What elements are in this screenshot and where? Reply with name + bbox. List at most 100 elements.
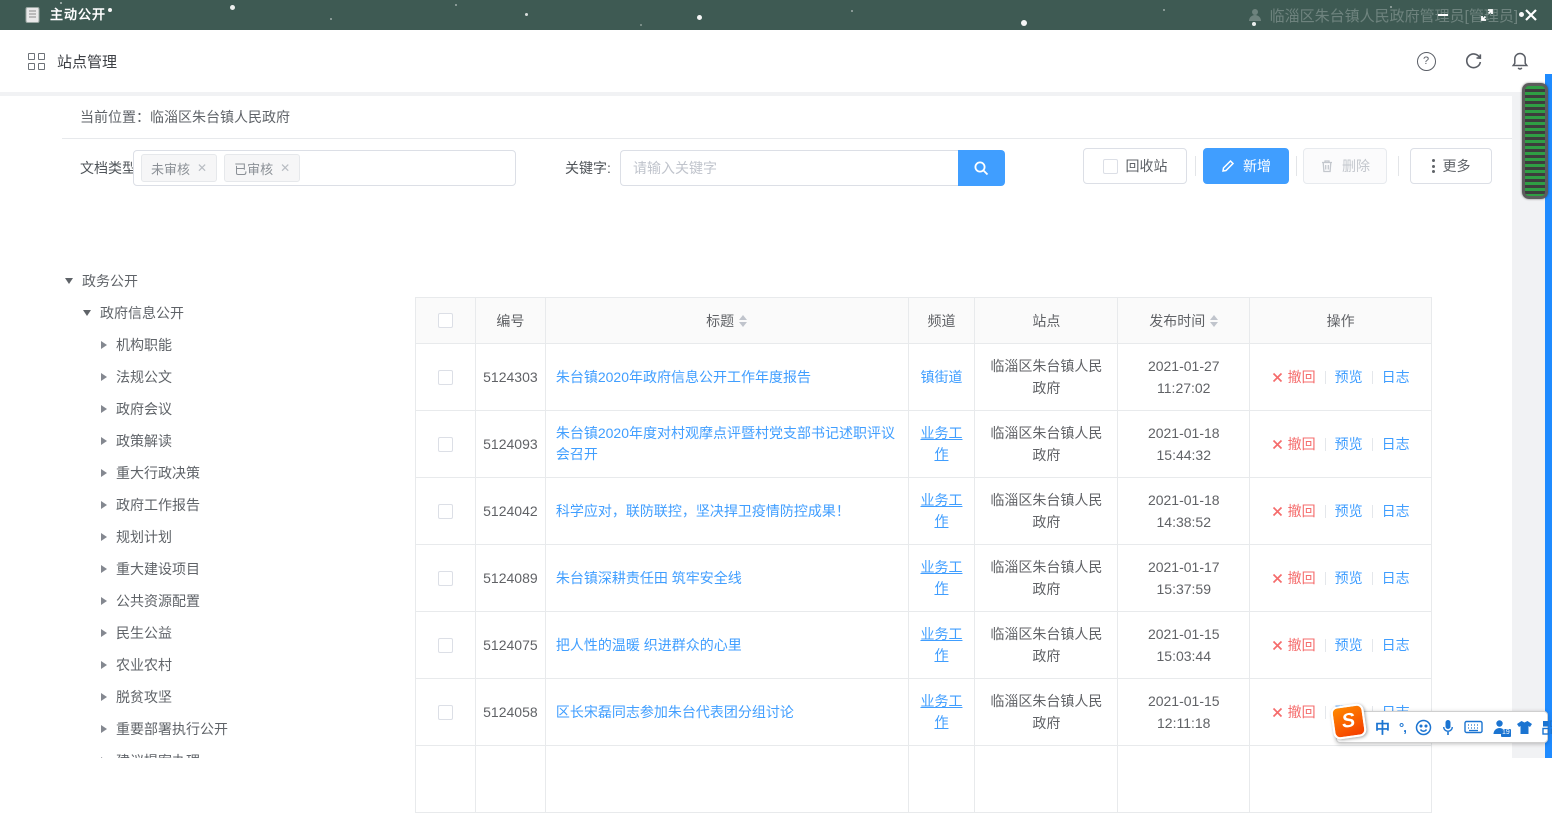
log-button[interactable]: 日志 — [1382, 568, 1410, 589]
recall-button[interactable]: 撤回 — [1272, 702, 1316, 722]
recall-button[interactable]: 撤回 — [1272, 635, 1316, 655]
tree-item[interactable]: 公共资源配置 — [47, 585, 407, 617]
ime-account-icon[interactable]: 19 — [1492, 719, 1507, 735]
row-checkbox[interactable] — [438, 370, 453, 385]
caret-right-icon[interactable] — [101, 661, 107, 669]
row-title-link[interactable]: 朱台镇2020年政府信息公开工作年度报告 — [556, 367, 811, 388]
row-channel-link[interactable]: 业务工作 — [917, 423, 967, 465]
search-button[interactable] — [958, 150, 1005, 186]
recall-button[interactable]: 撤回 — [1272, 367, 1316, 387]
row-channel-link[interactable]: 业务工作 — [917, 490, 967, 532]
caret-right-icon[interactable] — [101, 341, 107, 349]
edit-pencil-icon — [1221, 159, 1235, 173]
row-checkbox[interactable] — [438, 504, 453, 519]
sogou-ime-logo[interactable]: S — [1330, 703, 1367, 740]
ime-toolbox-icon[interactable] — [1542, 720, 1552, 735]
tag-close-icon[interactable]: ✕ — [197, 161, 207, 175]
tree-item[interactable]: 农业农村 — [47, 649, 407, 681]
row-channel-link[interactable]: 业务工作 — [917, 557, 967, 599]
tree-item[interactable]: 政策解读 — [47, 425, 407, 457]
doc-type-select[interactable]: 未审核 ✕ 已审核 ✕ — [133, 150, 516, 186]
ime-emoji-icon[interactable] — [1415, 719, 1432, 736]
row-title-link[interactable]: 科学应对，联防联控，坚决捍卫疫情防控成果！ — [556, 501, 850, 522]
caret-right-icon[interactable] — [101, 725, 107, 733]
tree-item[interactable]: 民生公益 — [47, 617, 407, 649]
recycle-bin-button[interactable]: 回收站 — [1083, 148, 1187, 184]
ime-language-mode[interactable]: 中 — [1375, 717, 1390, 738]
preview-button[interactable]: 预览 — [1335, 501, 1363, 522]
tag-close-icon[interactable]: ✕ — [280, 161, 290, 175]
row-checkbox[interactable] — [438, 571, 453, 586]
tree-item[interactable]: 政府工作报告 — [47, 489, 407, 521]
recall-button[interactable]: 撤回 — [1272, 568, 1316, 588]
tree-item[interactable]: 重要部署执行公开 — [47, 713, 407, 745]
help-icon[interactable]: ? — [1416, 51, 1436, 71]
caret-right-icon[interactable] — [101, 565, 107, 573]
col-header-title[interactable]: 标题 — [546, 298, 909, 344]
col-header-publish-time[interactable]: 发布时间 — [1118, 298, 1250, 344]
maximize-button[interactable] — [1480, 8, 1494, 22]
recall-button[interactable]: 撤回 — [1272, 501, 1316, 521]
tree-item[interactable]: 政府会议 — [47, 393, 407, 425]
caret-down-icon[interactable] — [83, 310, 91, 316]
delete-button[interactable]: 删除 — [1303, 148, 1387, 184]
row-title-link[interactable]: 把人性的温暖 织进群众的心里 — [556, 635, 742, 656]
sort-icon[interactable] — [1210, 315, 1218, 327]
recall-button[interactable]: 撤回 — [1272, 434, 1316, 454]
notification-bell-icon[interactable] — [1510, 51, 1530, 71]
row-title-link[interactable]: 区长宋磊同志参加朱台代表团分组讨论 — [556, 702, 794, 723]
close-button[interactable] — [1524, 8, 1538, 22]
tree-item[interactable]: 机构职能 — [47, 329, 407, 361]
row-title-cell: 区长宋磊同志参加朱台代表团分组讨论 — [546, 679, 909, 746]
tree-item[interactable]: 重大行政决策 — [47, 457, 407, 489]
caret-right-icon[interactable] — [101, 469, 107, 477]
preview-button[interactable]: 预览 — [1335, 434, 1363, 455]
select-all-checkbox[interactable] — [438, 313, 453, 328]
caret-right-icon[interactable] — [101, 501, 107, 509]
scrollbar-thumb[interactable] — [1522, 83, 1548, 199]
refresh-icon[interactable] — [1463, 51, 1483, 71]
ime-skin-icon[interactable] — [1516, 720, 1533, 735]
row-channel-link[interactable]: 业务工作 — [917, 691, 967, 733]
log-button[interactable]: 日志 — [1382, 501, 1410, 522]
tree-item[interactable]: 建议提案办理 — [47, 745, 407, 758]
preview-button[interactable]: 预览 — [1335, 367, 1363, 388]
log-button[interactable]: 日志 — [1382, 367, 1410, 388]
sort-icon[interactable] — [739, 315, 747, 327]
add-button[interactable]: 新增 — [1203, 148, 1289, 184]
keyword-input[interactable] — [620, 150, 958, 186]
caret-right-icon[interactable] — [101, 373, 107, 381]
caret-right-icon[interactable] — [101, 629, 107, 637]
caret-right-icon[interactable] — [101, 693, 107, 701]
log-button[interactable]: 日志 — [1382, 635, 1410, 656]
tree-item[interactable]: 规划计划 — [47, 521, 407, 553]
row-channel-link[interactable]: 业务工作 — [917, 624, 967, 666]
log-button[interactable]: 日志 — [1382, 434, 1410, 455]
row-channel-link[interactable]: 镇街道 — [920, 367, 962, 388]
row-title-link[interactable]: 朱台镇2020年度对村观摩点评暨村党支部书记述职评议会召开 — [556, 423, 898, 465]
caret-down-icon[interactable] — [65, 278, 73, 284]
preview-button[interactable]: 预览 — [1335, 635, 1363, 656]
ime-voice-icon[interactable] — [1441, 719, 1455, 736]
caret-right-icon[interactable] — [101, 533, 107, 541]
ime-keyboard-icon[interactable] — [1464, 720, 1483, 734]
preview-button[interactable]: 预览 — [1335, 568, 1363, 589]
tree-item[interactable]: 重大建设项目 — [47, 553, 407, 585]
recycle-bin-checkbox[interactable] — [1103, 159, 1118, 174]
tree-item[interactable]: 政府信息公开 — [47, 297, 407, 329]
apps-grid-icon[interactable] — [28, 53, 45, 70]
more-button[interactable]: 更多 — [1410, 148, 1492, 184]
row-checkbox-cell — [416, 478, 476, 545]
caret-right-icon[interactable] — [101, 437, 107, 445]
row-checkbox[interactable] — [438, 705, 453, 720]
tree-item[interactable]: 脱贫攻坚 — [47, 681, 407, 713]
row-checkbox[interactable] — [438, 437, 453, 452]
tree-item[interactable]: 政务公开 — [47, 265, 407, 297]
row-title-link[interactable]: 朱台镇深耕责任田 筑牢安全线 — [556, 568, 742, 589]
minimize-button[interactable] — [1436, 8, 1450, 22]
caret-right-icon[interactable] — [101, 405, 107, 413]
caret-right-icon[interactable] — [101, 597, 107, 605]
ime-punctuation-icon[interactable]: °, — [1399, 720, 1406, 735]
row-checkbox[interactable] — [438, 638, 453, 653]
tree-item[interactable]: 法规公文 — [47, 361, 407, 393]
